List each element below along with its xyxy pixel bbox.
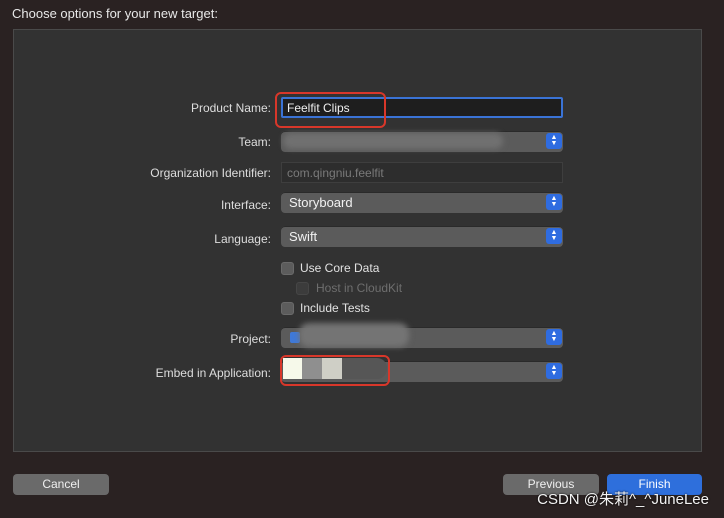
include-tests-label: Include Tests bbox=[300, 301, 370, 315]
project-popup[interactable]: ▲ ▼ bbox=[281, 323, 563, 348]
popup-arrows-icon: ▲ ▼ bbox=[546, 194, 562, 210]
org-id-field[interactable]: com.qingniu.feelfit bbox=[281, 162, 563, 183]
redacted-project bbox=[299, 323, 409, 347]
host-in-cloudkit-checkbox bbox=[296, 282, 309, 295]
popup-arrows-icon: ▲ ▼ bbox=[546, 363, 562, 379]
annotation-outline-product-name bbox=[275, 92, 386, 128]
embed-app-label: Embed in Application: bbox=[155, 366, 271, 380]
org-id-label: Organization Identifier: bbox=[150, 166, 271, 180]
popup-arrows-icon: ▲ ▼ bbox=[546, 133, 562, 149]
popup-arrows-icon: ▲ ▼ bbox=[546, 329, 562, 345]
popup-arrows-icon: ▲ ▼ bbox=[546, 228, 562, 244]
language-value: Swift bbox=[289, 229, 318, 244]
use-core-data-label: Use Core Data bbox=[300, 261, 380, 275]
use-core-data-checkbox[interactable] bbox=[281, 262, 294, 275]
include-tests-checkbox[interactable] bbox=[281, 302, 294, 315]
cancel-button[interactable]: Cancel bbox=[13, 474, 109, 495]
redacted-team bbox=[283, 133, 503, 149]
product-name-label: Product Name: bbox=[190, 101, 271, 115]
interface-popup[interactable]: Storyboard ▲ ▼ bbox=[281, 192, 563, 213]
interface-value: Storyboard bbox=[289, 195, 353, 210]
annotation-outline-embed-app bbox=[280, 355, 390, 386]
team-label: Team: bbox=[238, 135, 271, 149]
project-label: Project: bbox=[230, 332, 271, 346]
team-popup[interactable]: ▲ ▼ bbox=[281, 131, 563, 152]
interface-label: Interface: bbox=[220, 198, 271, 212]
csdn-watermark: CSDN @朱莉^_^JuneLee bbox=[537, 491, 709, 508]
org-id-value: com.qingniu.feelfit bbox=[287, 166, 384, 180]
language-label: Language: bbox=[214, 232, 271, 246]
host-in-cloudkit-label: Host in CloudKit bbox=[316, 281, 403, 295]
dialog-title: Choose options for your new target: bbox=[12, 6, 218, 21]
language-popup[interactable]: Swift ▲ ▼ bbox=[281, 226, 563, 247]
